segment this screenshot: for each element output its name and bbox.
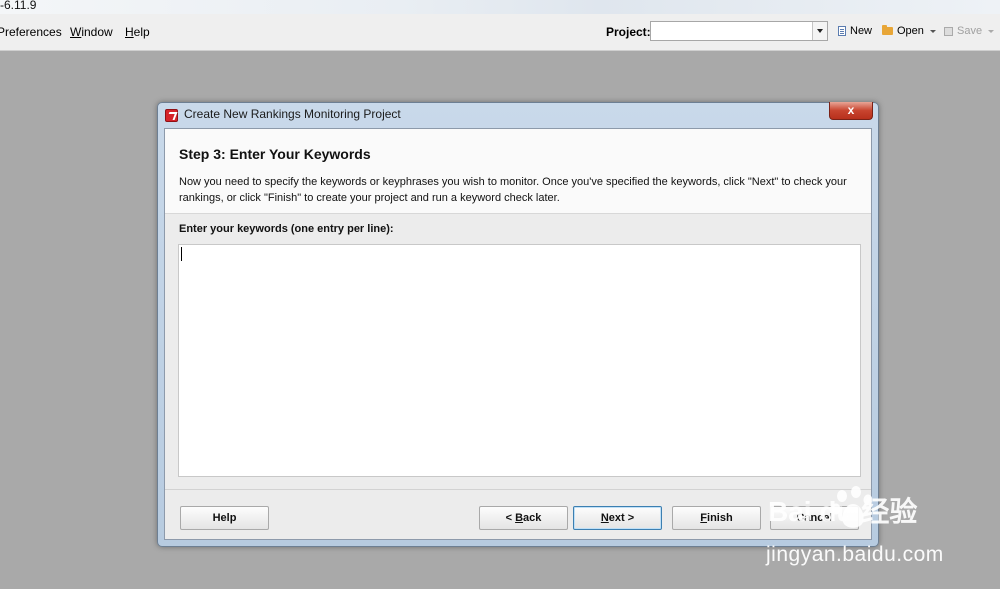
- next-button-mnemonic: N: [600, 512, 609, 524]
- dropdown-arrow-icon[interactable]: [988, 29, 995, 33]
- next-button[interactable]: Next >: [573, 506, 662, 530]
- dropdown-arrow-icon[interactable]: [929, 29, 936, 33]
- save-button-label: Save: [957, 25, 983, 37]
- new-button-label: New: [850, 25, 873, 37]
- step-title: Step 3: Enter Your Keywords: [179, 146, 371, 162]
- text-cursor: [181, 247, 182, 261]
- back-button-mnemonic: B: [515, 512, 524, 524]
- open-button-label: Open: [897, 25, 924, 37]
- menu-window-mnemonic: W: [70, 25, 82, 39]
- app-title-text: -6.11.9: [0, 0, 37, 12]
- menu-toolbar-bar: Preferences Window Help Project: New Ope…: [0, 14, 1000, 51]
- open-button[interactable]: Open: [882, 25, 936, 37]
- watermark-logo: Bai du 经验: [768, 496, 918, 527]
- keywords-label: Enter your keywords (one entry per line)…: [179, 223, 394, 235]
- close-button[interactable]: x: [829, 102, 873, 120]
- app-logo-icon: [165, 109, 178, 122]
- dialog-body: Step 3: Enter Your Keywords Now you need…: [164, 128, 872, 540]
- new-document-icon: [838, 26, 846, 36]
- keywords-input[interactable]: [178, 244, 861, 477]
- back-button-rest: ack: [523, 512, 542, 524]
- save-icon: [944, 26, 953, 36]
- menu-help-rest: elp: [133, 25, 150, 39]
- help-button[interactable]: Help: [180, 506, 269, 530]
- menu-help-mnemonic: H: [125, 25, 134, 39]
- project-label: Project:: [606, 25, 651, 39]
- button-bar-divider: [165, 489, 871, 490]
- app-title-bar: -6.11.9: [0, 0, 1000, 15]
- save-button[interactable]: Save: [944, 25, 995, 37]
- watermark-url: jingyan.baidu.com: [766, 543, 944, 566]
- next-button-rest: ext >: [608, 512, 635, 524]
- menu-window-rest: indow: [81, 25, 113, 39]
- wizard-header: Step 3: Enter Your Keywords Now you need…: [165, 129, 871, 214]
- folder-icon: [882, 25, 893, 35]
- menu-window[interactable]: Window: [70, 25, 113, 39]
- new-project-dialog: Create New Rankings Monitoring Project x…: [157, 102, 879, 547]
- dialog-title: Create New Rankings Monitoring Project: [184, 107, 401, 121]
- finish-button-mnemonic: F: [700, 512, 708, 524]
- new-button[interactable]: New: [838, 25, 872, 37]
- back-button[interactable]: < Back: [479, 506, 568, 530]
- finish-button-rest: inish: [707, 512, 733, 524]
- back-button-prefix: <: [505, 512, 516, 524]
- finish-button[interactable]: Finish: [672, 506, 761, 530]
- chevron-down-icon[interactable]: [812, 22, 827, 40]
- project-select[interactable]: [650, 21, 828, 41]
- step-description: Now you need to specify the keywords or …: [179, 176, 847, 204]
- menu-preferences[interactable]: Preferences: [0, 25, 62, 39]
- menu-help[interactable]: Help: [125, 25, 150, 39]
